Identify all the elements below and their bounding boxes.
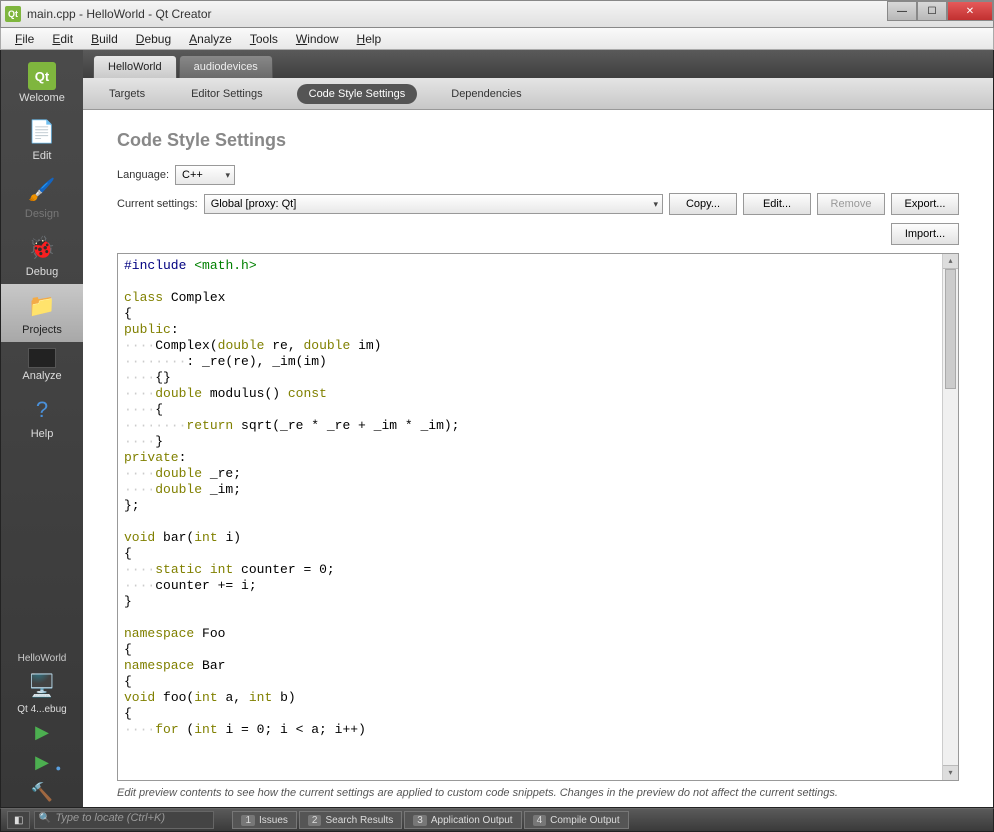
mode-welcome-label: Welcome — [19, 92, 65, 104]
project-tabs: HelloWorld audiodevices — [83, 50, 993, 78]
language-combo[interactable]: C++ — [175, 165, 235, 185]
app-icon: Qt — [5, 6, 21, 22]
window-title: main.cpp - HelloWorld - Qt Creator — [27, 7, 212, 21]
locator-placeholder: Type to locate (Ctrl+K) — [55, 812, 165, 824]
import-row: Import... — [117, 223, 959, 245]
monitor-icon: 🖥️ — [26, 670, 58, 702]
statusbar: ◧ Type to locate (Ctrl+K) 1Issues2Search… — [0, 808, 994, 832]
page-title: Code Style Settings — [117, 130, 959, 151]
toggle-sidebar-button[interactable]: ◧ — [7, 811, 30, 829]
code-text[interactable]: #include <math.h> class Complex { public… — [118, 254, 958, 742]
document-icon: 📄 — [26, 116, 58, 148]
current-settings-value: Global [proxy: Qt] — [211, 198, 297, 210]
vertical-scrollbar[interactable] — [942, 254, 958, 780]
project-selector-label[interactable]: HelloWorld — [1, 649, 83, 668]
mode-analyze-label: Analyze — [22, 370, 61, 382]
waveform-icon — [28, 348, 56, 368]
mode-projects-label: Projects — [22, 324, 62, 336]
settings-tabs: Targets Editor Settings Code Style Setti… — [83, 78, 993, 110]
build-button[interactable]: 🔨 — [1, 777, 83, 807]
output-pane-application-output[interactable]: 3Application Output — [404, 811, 521, 829]
content-area: HelloWorld audiodevices Targets Editor S… — [83, 50, 993, 807]
page-body: Code Style Settings Language: C++ Curren… — [83, 110, 993, 807]
tab-editor-settings[interactable]: Editor Settings — [179, 84, 275, 104]
menu-debug[interactable]: Debug — [128, 30, 179, 48]
output-pane-issues[interactable]: 1Issues — [232, 811, 296, 829]
mode-debug-label: Debug — [26, 266, 58, 278]
kit-selector[interactable]: 🖥️ Qt 4...ebug — [1, 668, 83, 717]
menu-analyze[interactable]: Analyze — [181, 30, 240, 48]
window-controls: — ☐ ✕ — [887, 1, 993, 21]
language-label: Language: — [117, 169, 169, 181]
language-row: Language: C++ — [117, 165, 959, 185]
language-value: C++ — [182, 169, 203, 181]
output-pane-search-results[interactable]: 2Search Results — [299, 811, 402, 829]
workspace: Qt Welcome 📄 Edit 🖌️ Design 🐞 Debug 📁 Pr… — [0, 50, 994, 808]
copy-button[interactable]: Copy... — [669, 193, 737, 215]
mode-help[interactable]: ? Help — [1, 388, 83, 446]
tab-targets[interactable]: Targets — [97, 84, 157, 104]
mode-debug[interactable]: 🐞 Debug — [1, 226, 83, 284]
menu-help[interactable]: Help — [349, 30, 390, 48]
output-panes: 1Issues2Search Results3Application Outpu… — [232, 811, 628, 829]
edit-button[interactable]: Edit... — [743, 193, 811, 215]
maximize-button[interactable]: ☐ — [917, 1, 947, 21]
window-titlebar: Qt main.cpp - HelloWorld - Qt Creator — … — [0, 0, 994, 28]
current-settings-combo[interactable]: Global [proxy: Qt] — [204, 194, 663, 214]
scrollbar-thumb[interactable] — [945, 269, 956, 389]
mode-edit-label: Edit — [33, 150, 52, 162]
menu-tools[interactable]: Tools — [242, 30, 286, 48]
menu-build[interactable]: Build — [83, 30, 126, 48]
remove-button: Remove — [817, 193, 885, 215]
project-tab-helloworld[interactable]: HelloWorld — [93, 55, 177, 78]
mode-projects[interactable]: 📁 Projects — [1, 284, 83, 342]
current-settings-row: Current settings: Global [proxy: Qt] Cop… — [117, 193, 959, 215]
mode-edit[interactable]: 📄 Edit — [1, 110, 83, 168]
export-button[interactable]: Export... — [891, 193, 959, 215]
kit-selector-label: Qt 4...ebug — [17, 704, 66, 715]
current-settings-label: Current settings: — [117, 198, 198, 210]
locator-input[interactable]: Type to locate (Ctrl+K) — [34, 811, 214, 829]
import-button[interactable]: Import... — [891, 223, 959, 245]
folder-icon: 📁 — [26, 290, 58, 322]
menubar: File Edit Build Debug Analyze Tools Wind… — [0, 28, 994, 50]
run-debug-button[interactable]: ▶● — [1, 747, 83, 777]
tab-code-style-settings[interactable]: Code Style Settings — [297, 84, 418, 104]
brush-icon: 🖌️ — [26, 174, 58, 206]
menu-file[interactable]: File — [7, 30, 42, 48]
mode-design[interactable]: 🖌️ Design — [1, 168, 83, 226]
menu-edit[interactable]: Edit — [44, 30, 81, 48]
mode-help-label: Help — [31, 428, 54, 440]
qt-icon: Qt — [28, 62, 56, 90]
minimize-button[interactable]: — — [887, 1, 917, 21]
mode-sidebar: Qt Welcome 📄 Edit 🖌️ Design 🐞 Debug 📁 Pr… — [1, 50, 83, 807]
run-button[interactable]: ▶ — [1, 717, 83, 747]
mode-analyze[interactable]: Analyze — [1, 342, 83, 388]
preview-hint: Edit preview contents to see how the cur… — [117, 781, 959, 799]
close-button[interactable]: ✕ — [947, 1, 993, 21]
mode-welcome[interactable]: Qt Welcome — [1, 56, 83, 110]
help-icon: ? — [26, 394, 58, 426]
tab-dependencies[interactable]: Dependencies — [439, 84, 533, 104]
menu-window[interactable]: Window — [288, 30, 347, 48]
output-pane-compile-output[interactable]: 4Compile Output — [524, 811, 629, 829]
project-tab-audiodevices[interactable]: audiodevices — [179, 55, 273, 78]
bug-icon: 🐞 — [26, 232, 58, 264]
code-preview[interactable]: #include <math.h> class Complex { public… — [117, 253, 959, 781]
mode-design-label: Design — [25, 208, 59, 220]
